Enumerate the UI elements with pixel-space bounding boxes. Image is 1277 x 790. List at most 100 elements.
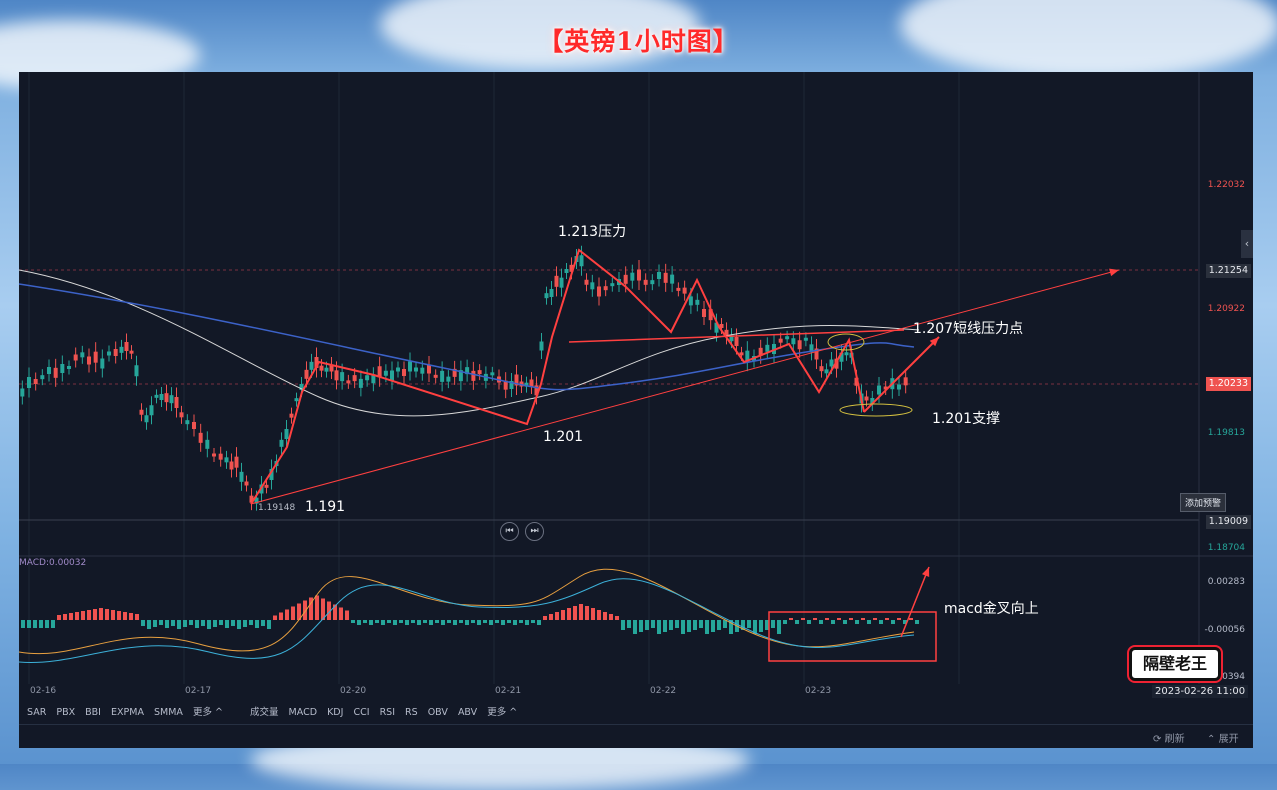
macd-bar <box>231 620 235 626</box>
candle-body <box>304 369 309 379</box>
date-label: 02-16 <box>30 686 57 696</box>
macd-bar <box>123 612 127 620</box>
candle-body <box>27 377 31 388</box>
candle-body <box>682 287 687 294</box>
macd-bar <box>777 620 781 634</box>
scroll-left-button[interactable]: ⏮ <box>500 522 519 541</box>
candle-body <box>734 337 739 346</box>
macd-bar <box>711 620 715 632</box>
macd-bar <box>147 620 151 629</box>
candle-body <box>657 272 661 279</box>
candle-body <box>239 471 244 482</box>
candle-body <box>824 369 829 374</box>
indicator-kdj[interactable]: KDJ <box>327 707 343 718</box>
candle-body <box>765 344 770 352</box>
candle-body <box>477 370 482 375</box>
candle-body <box>663 272 668 283</box>
annotation-low-main: 1.191 <box>305 499 346 515</box>
candle-body <box>100 358 105 369</box>
macd-bar <box>783 620 787 624</box>
macd-bar <box>609 614 613 620</box>
macd-bar <box>189 620 193 625</box>
indicator-more-sub[interactable]: 更多 ^ <box>487 707 517 718</box>
indicator-rs[interactable]: RS <box>405 707 418 718</box>
macd-bar <box>363 620 367 623</box>
candle-body <box>174 397 179 408</box>
collapse-panel-button[interactable]: ‹ <box>1241 230 1253 258</box>
candle-body <box>139 409 144 415</box>
add-alert-button[interactable]: 添加预警 <box>1180 493 1227 512</box>
candle-body <box>129 350 134 354</box>
indicator-obv[interactable]: OBV <box>428 707 448 718</box>
indicator-expma[interactable]: EXPMA <box>111 707 144 718</box>
candle-body <box>149 405 154 416</box>
candle-body <box>529 379 534 387</box>
candle-body <box>229 461 234 470</box>
macd-bar <box>411 620 415 623</box>
macd-bar <box>261 620 265 626</box>
candle-body <box>40 375 45 380</box>
indicator-rsi[interactable]: RSI <box>380 707 395 718</box>
price-chart[interactable] <box>19 72 1253 724</box>
expand-button[interactable]: ⌃ 展开 <box>1207 730 1239 745</box>
chart-panel[interactable]: 1.213压力 1.207短线压力点 1.201支撑 1.201 1.191 1… <box>19 72 1253 748</box>
alert-price-tag: 1.19009 <box>1205 515 1251 529</box>
date-label: 02-17 <box>185 686 212 696</box>
macd-bar <box>825 618 829 620</box>
candle-body <box>179 412 184 418</box>
candle-body <box>539 341 544 351</box>
candle-body <box>630 272 635 281</box>
refresh-button[interactable]: ⟳ 刷新 <box>1153 730 1185 745</box>
highlight-ellipse-support <box>839 403 913 417</box>
candle-body <box>702 309 706 317</box>
indicator-bbi[interactable]: BBI <box>85 707 101 718</box>
macd-bar <box>807 620 811 624</box>
indicator-pbx[interactable]: PBX <box>56 707 75 718</box>
macd-bar <box>645 620 649 630</box>
macd-bar <box>285 609 289 620</box>
macd-bar <box>459 620 463 623</box>
macd-bar <box>591 608 595 620</box>
candle-body <box>365 375 370 381</box>
candle-body <box>264 484 269 488</box>
candle-body <box>844 352 849 356</box>
candle-body <box>20 388 25 397</box>
refresh-icon: ⟳ <box>1153 734 1162 745</box>
macd-bar <box>909 618 913 620</box>
macd-bar <box>183 620 187 627</box>
macd-bar <box>417 620 421 625</box>
macd-bar <box>651 620 655 628</box>
candle-body <box>134 365 139 377</box>
indicator-more-main[interactable]: 更多 ^ <box>193 707 223 718</box>
candle-body <box>124 342 129 351</box>
candle-body <box>897 384 901 390</box>
candle-body <box>864 396 869 401</box>
macd-bar <box>453 620 457 625</box>
candle-body <box>670 274 675 284</box>
candle-body <box>643 279 648 285</box>
candle-body <box>695 299 700 305</box>
chart-footer: ⟳ 刷新 ⌃ 展开 <box>19 724 1253 748</box>
candle-body <box>396 367 400 372</box>
indicator-abv[interactable]: ABV <box>458 707 477 718</box>
scroll-right-button[interactable]: ⏭ <box>525 522 544 541</box>
candle-body <box>903 377 908 386</box>
macd-bar <box>249 620 253 625</box>
macd-bar <box>513 620 517 625</box>
macd-bar <box>867 620 871 624</box>
candle-body <box>224 457 229 463</box>
macd-bar <box>537 620 541 625</box>
macd-bar <box>597 610 601 620</box>
indicator-cci[interactable]: CCI <box>353 707 369 718</box>
candle-body <box>390 370 394 381</box>
macd-bar <box>573 606 577 620</box>
indicator-sar[interactable]: SAR <box>27 707 46 718</box>
macd-bar <box>873 618 877 620</box>
indicator-smma[interactable]: SMMA <box>154 707 183 718</box>
indicator-macd[interactable]: MACD <box>289 707 317 718</box>
macd-bar <box>615 616 619 620</box>
indicator-volume[interactable]: 成交量 <box>250 707 279 718</box>
macd-bar <box>441 620 445 625</box>
candle-body <box>471 370 476 381</box>
macd-label: MACD:0.00032 <box>19 558 87 568</box>
